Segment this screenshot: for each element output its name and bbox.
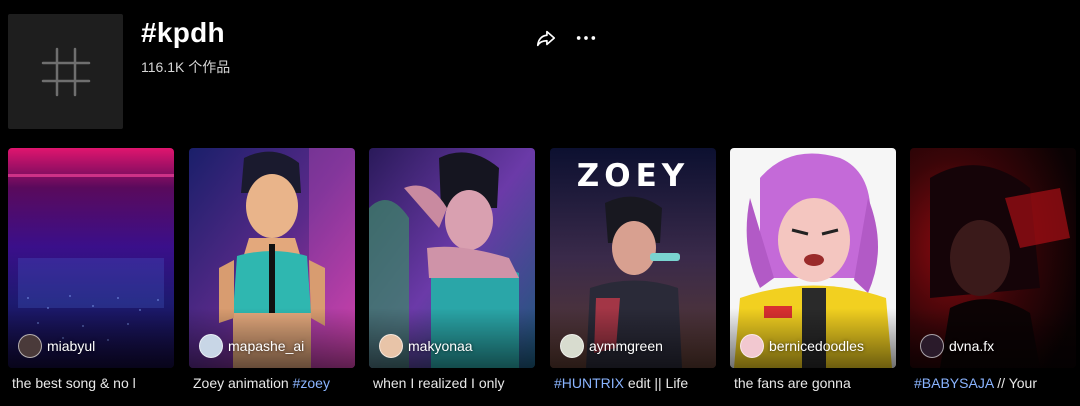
author-name: miabyul (47, 338, 96, 354)
avatar (560, 334, 584, 358)
author-tag[interactable]: makyonaa (379, 334, 473, 358)
avatar (379, 334, 403, 358)
video-card[interactable]: miabyul the best song & no l (8, 148, 174, 406)
avatar (18, 334, 42, 358)
author-name: dvna.fx (949, 338, 995, 354)
more-icon (576, 36, 596, 40)
avatar (740, 334, 764, 358)
video-card[interactable]: makyonaa when I realized I only (369, 148, 535, 406)
video-card[interactable]: ZOEY aymmgreen #HUNTRIX edit || Life (550, 148, 716, 406)
author-tag[interactable]: bernicedoodles (740, 334, 864, 358)
avatar (920, 334, 944, 358)
post-count: 116.1K 个作品 (141, 59, 231, 75)
caption-hashtag[interactable]: #zoey (293, 375, 330, 391)
video-caption[interactable]: when I realized I only (373, 375, 541, 391)
author-name: mapashe_ai (228, 338, 305, 354)
hashtag-page: #kpdh 116.1K 个作品 miabyul the best song &… (0, 0, 1080, 406)
video-grid: miabyul the best song & no l mapashe_ai … (8, 148, 1080, 406)
video-caption[interactable]: #HUNTRIX edit || Life (554, 375, 722, 391)
share-icon (536, 30, 556, 47)
caption-text: edit || Life (624, 375, 689, 391)
video-thumbnail[interactable]: ZOEY aymmgreen (550, 148, 716, 368)
more-options-button[interactable] (574, 26, 598, 50)
author-name: aymmgreen (589, 338, 663, 354)
author-tag[interactable]: aymmgreen (560, 334, 663, 358)
caption-hashtag[interactable]: #HUNTRIX (554, 375, 624, 391)
caption-text: the best song & no l (12, 375, 136, 391)
caption-text: // Your (993, 375, 1037, 391)
share-button[interactable] (534, 26, 558, 50)
video-thumbnail[interactable]: dvna.fx (910, 148, 1076, 368)
video-caption[interactable]: the fans are gonna (734, 375, 902, 391)
author-tag[interactable]: miabyul (18, 334, 95, 358)
video-caption[interactable]: Zoey animation #zoey (193, 375, 361, 391)
hashtag-avatar (8, 14, 123, 129)
video-caption[interactable]: the best song & no l (12, 375, 180, 391)
caption-hashtag[interactable]: #BABYSAJA (914, 375, 993, 391)
caption-text: when I realized I only (373, 375, 505, 391)
video-thumbnail[interactable]: makyonaa (369, 148, 535, 368)
video-thumbnail[interactable]: bernicedoodles (730, 148, 896, 368)
author-name: makyonaa (408, 338, 473, 354)
video-card[interactable]: bernicedoodles the fans are gonna (730, 148, 896, 406)
author-name: bernicedoodles (769, 338, 864, 354)
avatar (199, 334, 223, 358)
video-card[interactable]: mapashe_ai Zoey animation #zoey (189, 148, 355, 406)
hashtag-icon (41, 47, 90, 96)
video-card[interactable]: dvna.fx #BABYSAJA // Your (910, 148, 1076, 406)
video-thumbnail[interactable]: miabyul (8, 148, 174, 368)
caption-text: Zoey animation (193, 375, 293, 391)
author-tag[interactable]: dvna.fx (920, 334, 994, 358)
video-overlay-text: ZOEY (576, 158, 690, 194)
video-caption[interactable]: #BABYSAJA // Your (914, 375, 1080, 391)
caption-text: the fans are gonna (734, 375, 851, 391)
video-thumbnail[interactable]: mapashe_ai (189, 148, 355, 368)
hashtag-title: #kpdh (141, 17, 225, 48)
author-tag[interactable]: mapashe_ai (199, 334, 304, 358)
